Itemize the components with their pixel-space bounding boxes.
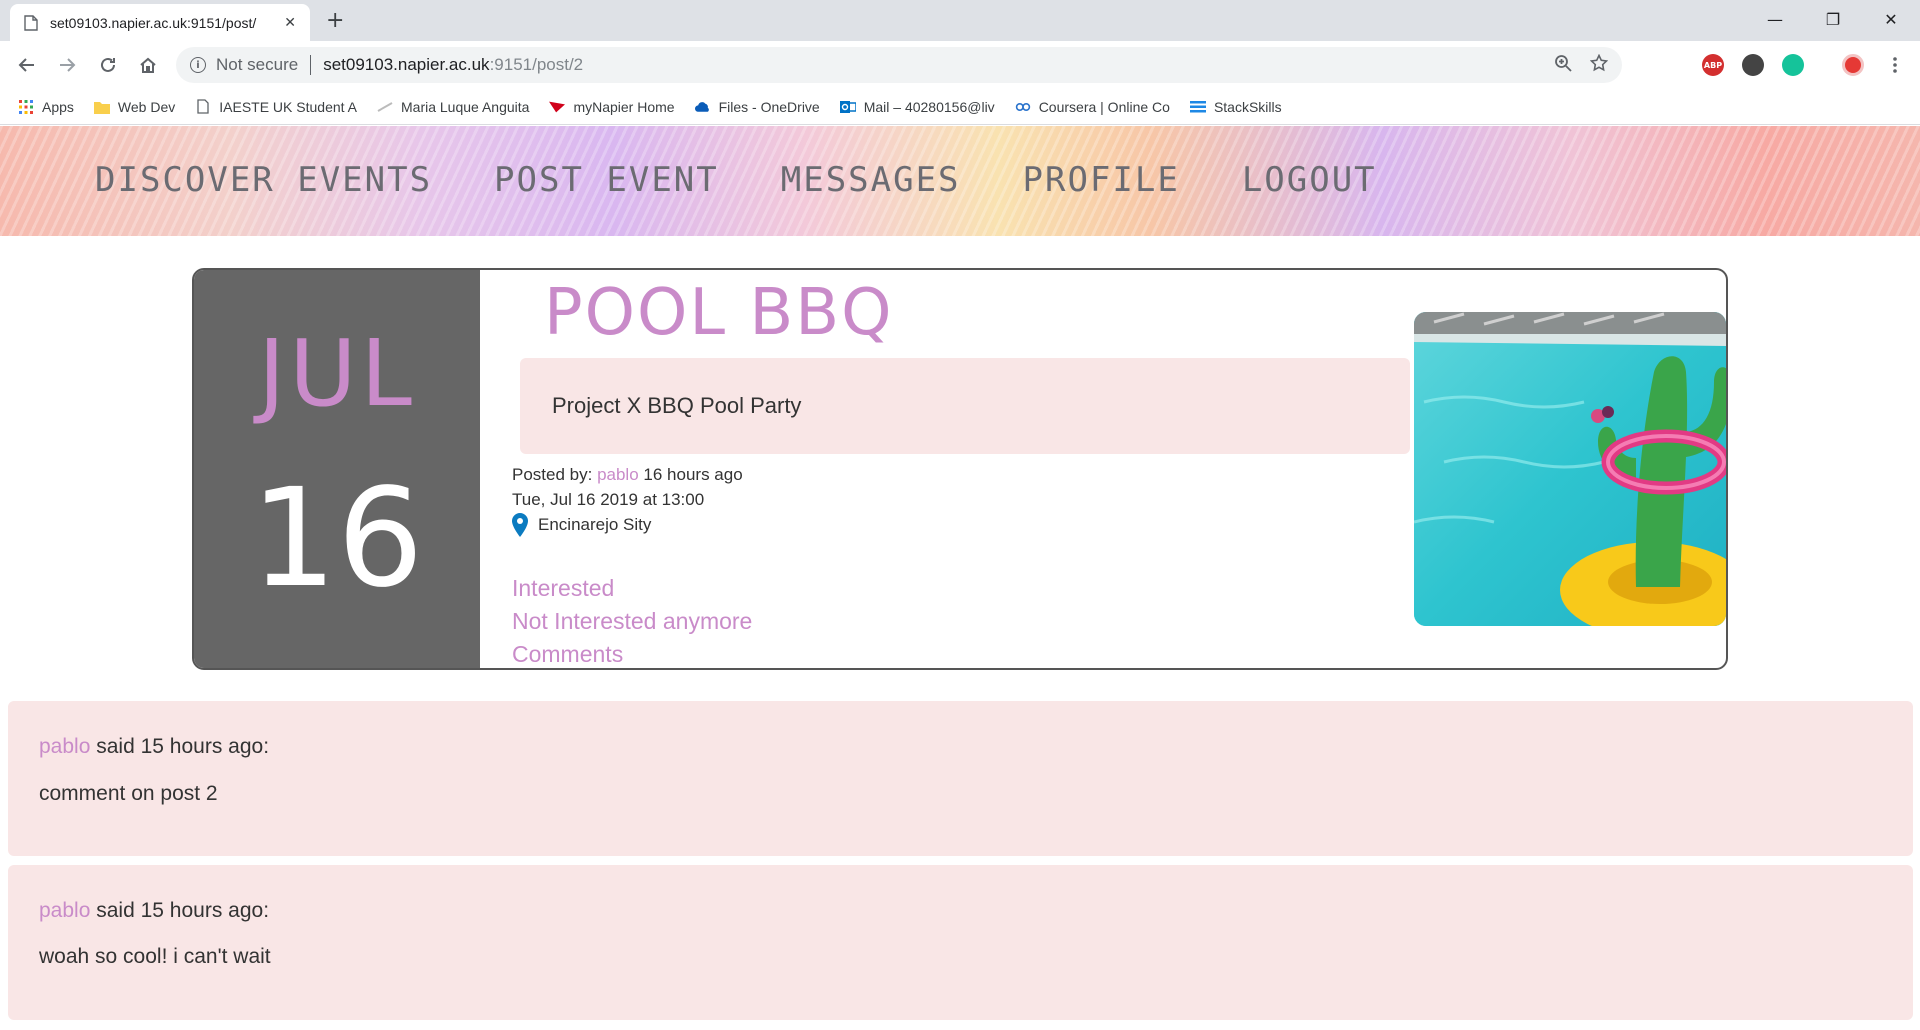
minimize-button[interactable]: — bbox=[1746, 0, 1804, 38]
adblock-icon[interactable]: ABP bbox=[1702, 54, 1724, 76]
bookmark-onedrive[interactable]: Files - OneDrive bbox=[694, 98, 820, 115]
nav-messages[interactable]: Messages bbox=[781, 160, 961, 200]
page-icon bbox=[24, 14, 38, 31]
bookmark-label: Maria Luque Anguita bbox=[401, 98, 530, 115]
bookmark-label: Files - OneDrive bbox=[718, 98, 820, 115]
info-icon[interactable]: i bbox=[190, 57, 206, 73]
bookmark-web-dev[interactable]: Web Dev bbox=[93, 98, 176, 115]
event-location-row: Encinarejo Sity bbox=[512, 512, 743, 537]
browser-tabstrip: set09103.napier.ac.uk:9151/post/ ✕ + — ❐… bbox=[0, 0, 1920, 41]
bookmark-stackskills[interactable]: StackSkills bbox=[1189, 98, 1282, 115]
not-interested-link[interactable]: Not Interested anymore bbox=[512, 605, 752, 638]
address-bar[interactable]: i Not secure set09103.napier.ac.uk:9151/… bbox=[176, 47, 1622, 83]
comment-user-link[interactable]: pablo bbox=[39, 735, 90, 758]
forward-arrow-icon[interactable] bbox=[54, 52, 80, 78]
comments-link[interactable]: Comments bbox=[512, 638, 752, 668]
napier-icon bbox=[549, 99, 566, 115]
outlook-icon bbox=[839, 99, 856, 115]
comment-card: pablo said 15 hours ago: woah so cool! i… bbox=[8, 865, 1913, 1020]
apps-grid-icon bbox=[18, 99, 34, 115]
bookmarks-bar: Apps Web Dev IAESTE UK Student A Maria L… bbox=[0, 89, 1920, 125]
bookmark-label: IAESTE UK Student A bbox=[219, 98, 357, 115]
bookmark-label: Mail – 40280156@liv bbox=[863, 98, 995, 115]
bookmark-coursera[interactable]: Coursera | Online Co bbox=[1015, 99, 1170, 115]
onedrive-icon bbox=[694, 99, 711, 115]
posted-by-row: Posted by: pablo 16 hours ago bbox=[512, 462, 743, 487]
event-datetime: Tue, Jul 16 2019 at 13:00 bbox=[512, 490, 705, 509]
address-divider bbox=[310, 55, 312, 75]
bookmark-mail[interactable]: Mail – 40280156@liv bbox=[839, 98, 995, 115]
posted-ago: 16 hours ago bbox=[643, 465, 743, 484]
bookmark-label: StackSkills bbox=[1213, 98, 1282, 115]
comment-said: said 15 hours ago: bbox=[96, 735, 270, 758]
grammarly-icon[interactable] bbox=[1782, 54, 1804, 76]
security-label: Not secure bbox=[216, 55, 299, 74]
browser-tab[interactable]: set09103.napier.ac.uk:9151/post/ ✕ bbox=[10, 4, 310, 41]
location-pin-icon bbox=[512, 512, 528, 537]
site-nav: Discover events Post event Messages Prof… bbox=[95, 160, 1377, 200]
new-tab-button[interactable]: + bbox=[326, 8, 344, 33]
comment-user-link[interactable]: pablo bbox=[39, 899, 90, 922]
nav-post-event[interactable]: Post event bbox=[494, 160, 719, 200]
maximize-button[interactable]: ❐ bbox=[1804, 0, 1862, 38]
comment-said: said 15 hours ago: bbox=[96, 899, 270, 922]
bookmark-maria[interactable]: Maria Luque Anguita bbox=[377, 99, 529, 115]
event-title: POOL BBQ bbox=[544, 276, 894, 350]
coursera-icon bbox=[1015, 99, 1031, 115]
event-actions: Interested Not Interested anymore Commen… bbox=[512, 572, 752, 668]
bookmark-label: Web Dev bbox=[117, 98, 176, 115]
comment-text: comment on post 2 bbox=[39, 782, 218, 805]
bookmark-iaeste[interactable]: IAESTE UK Student A bbox=[195, 99, 357, 115]
interested-link[interactable]: Interested bbox=[512, 572, 752, 605]
event-description: Project X BBQ Pool Party bbox=[520, 358, 1410, 454]
window-controls: — ❐ ✕ bbox=[1746, 0, 1920, 38]
bookmark-label: myNapier Home bbox=[573, 98, 675, 115]
back-arrow-icon[interactable] bbox=[14, 52, 40, 78]
bookmark-label: Apps bbox=[42, 98, 74, 115]
comment-card: pablo said 15 hours ago: comment on post… bbox=[8, 701, 1913, 856]
omnibox-actions bbox=[1554, 53, 1609, 77]
event-month: JUL bbox=[258, 320, 416, 427]
pool-cactus-ring-image bbox=[1414, 312, 1726, 626]
event-day: 16 bbox=[250, 460, 424, 618]
event-location: Encinarejo Sity bbox=[538, 515, 652, 534]
comment-header: pablo said 15 hours ago: bbox=[39, 899, 269, 923]
zoom-icon[interactable] bbox=[1554, 54, 1572, 77]
comment-text: woah so cool! i can't wait bbox=[39, 945, 271, 968]
menu-dots-icon[interactable] bbox=[1882, 52, 1908, 78]
nav-logout[interactable]: LOGOUT bbox=[1242, 160, 1377, 200]
bookmark-label: Coursera | Online Co bbox=[1038, 98, 1170, 115]
tab-title: set09103.napier.ac.uk:9151/post/ bbox=[50, 14, 257, 31]
url-host: set09103.napier.ac.uk bbox=[323, 55, 490, 74]
nav-discover-events[interactable]: Discover events bbox=[95, 160, 432, 200]
bookmark-apps[interactable]: Apps bbox=[18, 99, 74, 115]
folder-icon bbox=[93, 99, 110, 115]
tab-close-icon[interactable]: ✕ bbox=[284, 15, 296, 31]
reload-icon[interactable] bbox=[95, 52, 121, 78]
url-path: :9151/post/2 bbox=[489, 55, 584, 74]
page-icon bbox=[195, 99, 211, 115]
arrow-icon bbox=[377, 99, 393, 115]
site-header: Discover events Post event Messages Prof… bbox=[0, 126, 1920, 236]
home-icon[interactable] bbox=[135, 52, 161, 78]
bookmark-star-icon[interactable] bbox=[1589, 53, 1609, 77]
event-date-block: JUL 16 bbox=[194, 270, 480, 668]
profile-avatar-icon[interactable] bbox=[1842, 54, 1864, 76]
posted-by-user-link[interactable]: pablo bbox=[597, 465, 639, 484]
comment-header: pablo said 15 hours ago: bbox=[39, 735, 269, 759]
extension-icon[interactable] bbox=[1742, 54, 1764, 76]
browser-toolbar: i Not secure set09103.napier.ac.uk:9151/… bbox=[0, 41, 1920, 89]
event-card: JUL 16 POOL BBQ Project X BBQ Pool Party… bbox=[192, 268, 1728, 670]
posted-by-label: Posted by: bbox=[512, 465, 593, 484]
stackskills-icon bbox=[1189, 99, 1206, 115]
bookmark-mynapier[interactable]: myNapier Home bbox=[549, 98, 675, 115]
close-window-button[interactable]: ✕ bbox=[1862, 0, 1920, 38]
event-meta: Posted by: pablo 16 hours ago Tue, Jul 1… bbox=[512, 462, 743, 537]
nav-profile[interactable]: Profile bbox=[1023, 160, 1180, 200]
